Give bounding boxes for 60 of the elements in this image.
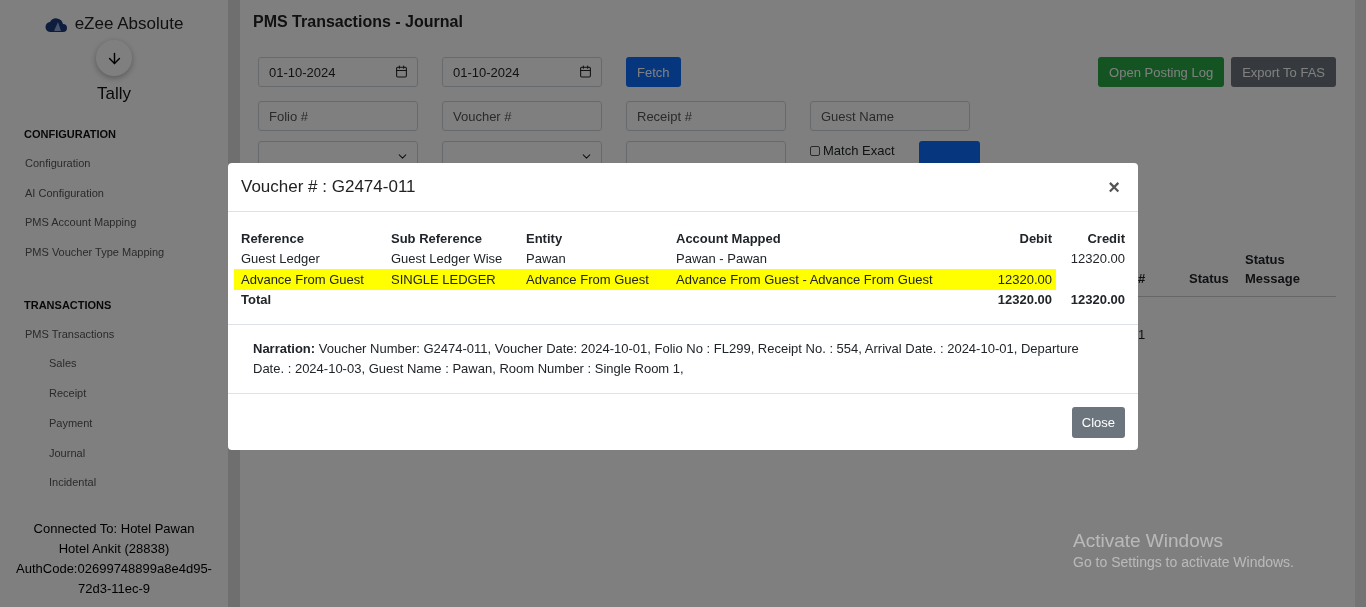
- column-header: Debit: [1018, 230, 1053, 246]
- table-cell-text: Advance From Guest: [240, 271, 365, 287]
- table-cell-text: Guest Ledger: [240, 251, 321, 267]
- column-header: Entity: [526, 230, 564, 246]
- table-cell-text: 12320.00: [1069, 251, 1126, 267]
- connection-info: Connected To: Hotel Pawan: [32, 520, 196, 538]
- section-heading: CONFIGURATION: [23, 128, 118, 140]
- posting-log-button[interactable]: Open Posting Log: [1098, 57, 1225, 87]
- date-field[interactable]: 01-10-2024: [258, 57, 418, 87]
- sidebar-subitem[interactable]: Journal: [0, 445, 228, 476]
- match-exact-checkbox[interactable]: Match Exact: [810, 143, 895, 158]
- column-header: Reference: [240, 230, 305, 246]
- page-title: PMS Transactions - Journal: [253, 13, 464, 31]
- column-header: #: [1138, 270, 1147, 288]
- date-field[interactable]: 01-10-2024: [442, 57, 602, 87]
- table-cell-text: 12320.00: [996, 292, 1053, 308]
- sidebar-item[interactable]: PMS Transactions: [0, 326, 228, 357]
- sidebar-subitem[interactable]: Sales: [0, 356, 228, 387]
- brand-name: eZee Absolute: [74, 14, 184, 34]
- table-cell-text: 12320.00: [1069, 292, 1126, 308]
- sidebar-item[interactable]: PMS Voucher Type Mapping: [0, 245, 228, 275]
- table-cell-text: 12320.00: [996, 271, 1053, 287]
- section-heading: TRANSACTIONS: [23, 298, 113, 311]
- sidebar-subitem[interactable]: Payment: [0, 415, 228, 446]
- column-header: Status Message: [1245, 251, 1301, 288]
- table-cell-text: Pawan: [526, 251, 567, 267]
- cloud-logo-icon: [44, 15, 67, 33]
- sidebar-item[interactable]: PMS Account Mapping: [0, 215, 228, 246]
- table-cell-text: Pawan - Pawan: [676, 251, 769, 267]
- filter-field[interactable]: Receipt #: [626, 101, 786, 131]
- table-cell-text: Advance From Guest: [526, 271, 650, 287]
- down-arrow-button[interactable]: [96, 40, 132, 76]
- fetch-button[interactable]: Fetch: [626, 57, 681, 87]
- connection-info: Hotel Ankit (28838): [57, 540, 171, 558]
- column-header: Account Mapped: [676, 230, 782, 246]
- filter-field[interactable]: Folio #: [258, 101, 418, 131]
- app-name: Tally: [96, 84, 132, 104]
- activation-title: Activate Windows: [1073, 530, 1224, 552]
- dialog-title: Voucher # : G2474-011: [241, 177, 416, 197]
- calendar-icon[interactable]: [579, 65, 592, 78]
- narration-text: Narration: Voucher Number: G2474-011, Voucher Date: 2024-10-01, Folio No : FL299, Receipt No. : 554, Arrival Date. : 2024-10-01, Departure Date. : 2024-10-03, Guest Name : Pawan, Room Number : Single Room 1,: [228, 325, 1138, 394]
- table-cell-text: SINGLE LEDGER: [391, 271, 497, 287]
- export-button[interactable]: Export To FAS: [1231, 57, 1336, 87]
- calendar-icon[interactable]: [395, 65, 408, 78]
- table-cell-text: Advance From Guest - Advance From Guest: [676, 271, 934, 287]
- connection-info: AuthCode:02699748899a8e4d95-72d3-11ec-9: [15, 560, 213, 598]
- table-cell-text: 1: [1138, 327, 1147, 342]
- filter-field[interactable]: Voucher #: [442, 101, 602, 131]
- activation-text: Go to Settings to activate Windows.: [1073, 554, 1294, 570]
- sidebar-subitem[interactable]: Receipt: [0, 386, 228, 416]
- filter-field[interactable]: Guest Name: [810, 101, 970, 131]
- total-label: Total: [240, 292, 273, 308]
- table-cell-text: Guest Ledger Wise: [391, 251, 504, 267]
- column-header: Sub Reference: [391, 230, 484, 246]
- sidebar-item[interactable]: AI Configuration: [0, 185, 228, 216]
- column-header: Credit: [1086, 230, 1126, 246]
- column-header: Status: [1189, 270, 1230, 288]
- sidebar-item[interactable]: Configuration: [0, 156, 228, 186]
- close-button[interactable]: Close: [1071, 407, 1125, 438]
- sidebar-subitem[interactable]: Incidental: [0, 475, 228, 505]
